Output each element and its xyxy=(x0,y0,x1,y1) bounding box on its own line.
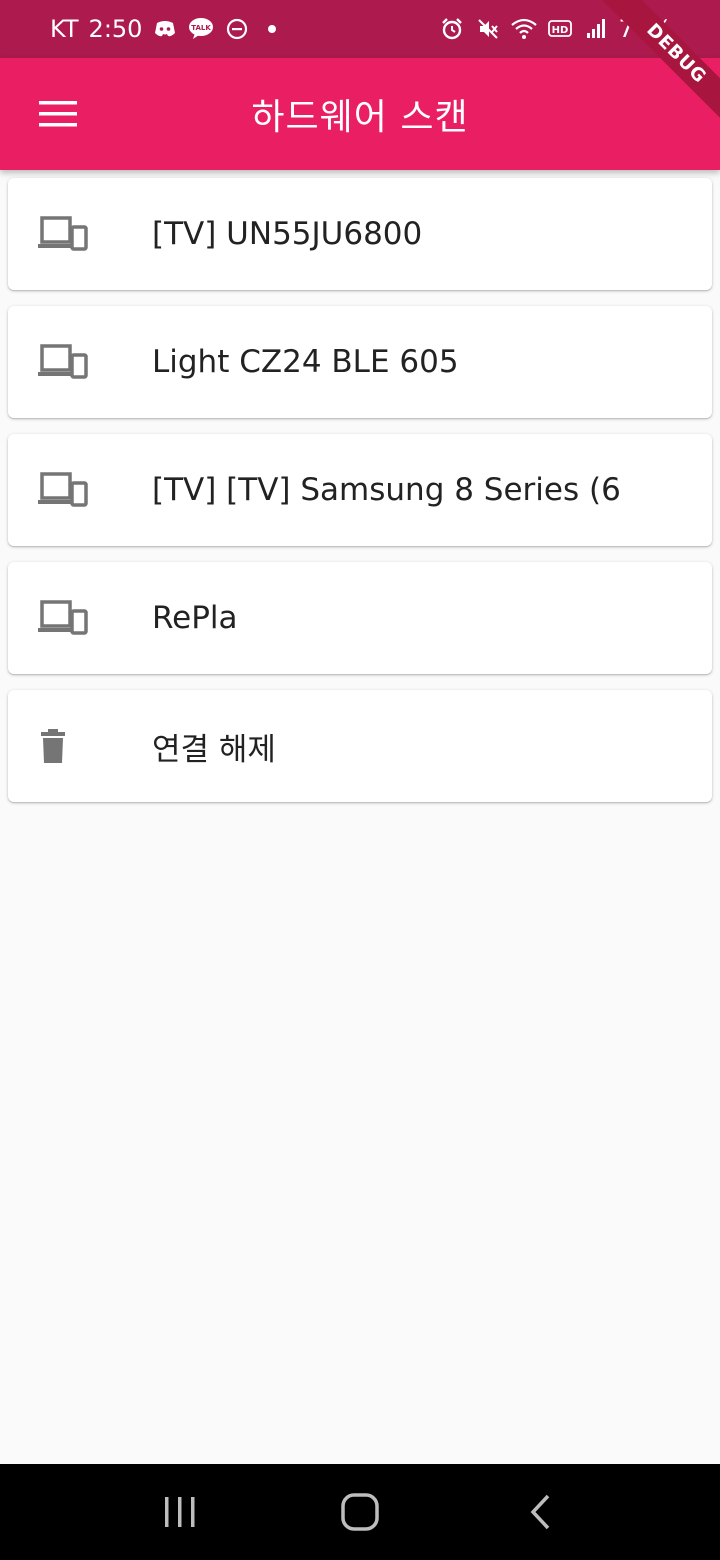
device-item[interactable]: RePla xyxy=(8,562,712,674)
mute-icon xyxy=(475,16,501,42)
notification-dot-icon xyxy=(268,25,277,33)
recent-apps-icon xyxy=(165,1497,195,1527)
time-label: 2:50 xyxy=(88,15,143,43)
recent-apps-button[interactable] xyxy=(140,1472,220,1552)
home-button[interactable] xyxy=(320,1472,400,1552)
device-item[interactable]: Light CZ24 BLE 605 xyxy=(8,306,712,418)
wifi-icon xyxy=(510,16,537,42)
device-label: RePla xyxy=(152,600,238,636)
device-item[interactable]: [TV] UN55JU6800 xyxy=(8,178,712,290)
alarm-icon xyxy=(439,16,465,42)
app-bar: 하드웨어 스캔 xyxy=(0,58,720,170)
back-icon xyxy=(530,1494,550,1530)
screen: KT 2:50 TALK HD DEBUG 하드웨어 스캔 [TV] UN55J… xyxy=(0,0,720,1560)
dnd-icon xyxy=(224,16,250,42)
hamburger-menu-icon xyxy=(39,101,77,127)
status-left: KT 2:50 TALK xyxy=(50,15,277,43)
svg-text:TALK: TALK xyxy=(192,24,212,32)
home-icon xyxy=(341,1493,379,1531)
disconnect-label: 연결 해제 xyxy=(152,731,276,768)
discord-icon xyxy=(152,16,178,42)
devices-icon xyxy=(8,216,152,252)
device-list: [TV] UN55JU6800 Light CZ24 BLE 605 [TV] … xyxy=(8,178,712,818)
page-title: 하드웨어 스캔 xyxy=(251,97,469,138)
carrier-label: KT xyxy=(50,15,79,43)
svg-text:HD: HD xyxy=(551,25,568,36)
device-label: Light CZ24 BLE 605 xyxy=(152,344,459,380)
device-item[interactable]: [TV] [TV] Samsung 8 Series (6 xyxy=(8,434,712,546)
device-label: [TV] UN55JU6800 xyxy=(152,216,423,252)
devices-icon xyxy=(8,344,152,380)
trash-icon xyxy=(8,727,152,765)
menu-button[interactable] xyxy=(30,86,86,142)
device-label: [TV] [TV] Samsung 8 Series (6 xyxy=(152,472,621,508)
devices-icon xyxy=(8,472,152,508)
system-nav-bar xyxy=(0,1464,720,1560)
disconnect-item[interactable]: 연결 해제 xyxy=(8,690,712,802)
back-button[interactable] xyxy=(500,1472,580,1552)
hd-icon: HD xyxy=(547,16,573,42)
kakaotalk-icon: TALK xyxy=(188,16,214,42)
devices-icon xyxy=(8,600,152,636)
signal-icon xyxy=(583,16,609,42)
